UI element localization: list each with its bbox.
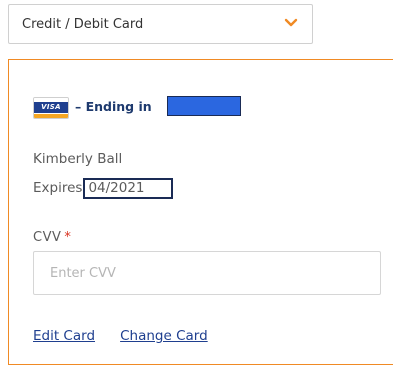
card-actions: Edit Card Change Card xyxy=(33,325,228,344)
change-card-link[interactable]: Change Card xyxy=(120,328,208,344)
expiry-date: 04/2021 xyxy=(83,178,174,199)
card-brand: VISA xyxy=(34,102,68,113)
payment-method-select[interactable]: Credit / Debit Card xyxy=(8,4,313,44)
saved-card-panel: VISA – Ending in Kimberly Ball Expires 04… xyxy=(8,59,393,365)
cvv-input[interactable] xyxy=(33,251,381,295)
payment-method-value: Credit / Debit Card xyxy=(22,17,144,32)
cardholder-name: Kimberly Ball xyxy=(33,151,123,167)
cvv-label: CVV * xyxy=(33,230,71,245)
chevron-down-icon[interactable] xyxy=(284,17,298,29)
visa-card-icon: VISA xyxy=(33,97,69,119)
required-marker: * xyxy=(64,230,72,245)
ending-in-label: – Ending in xyxy=(75,99,152,114)
card-number-redaction xyxy=(167,96,241,116)
cvv-label-text: CVV xyxy=(33,230,62,245)
edit-card-link[interactable]: Edit Card xyxy=(33,328,95,344)
expiry-line: Expires 04/2021 xyxy=(33,178,174,199)
expires-label: Expires xyxy=(33,180,83,196)
